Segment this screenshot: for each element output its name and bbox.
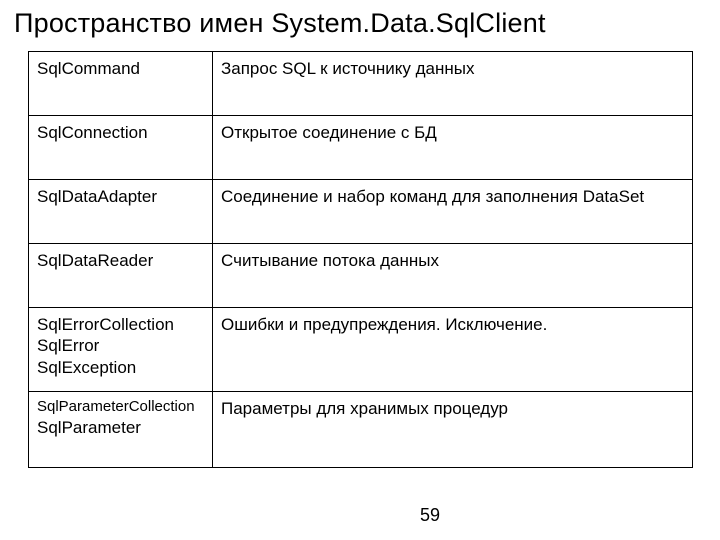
class-desc-cell: Считывание потока данных <box>213 244 693 308</box>
table-row: SqlErrorCollection SqlError SqlException… <box>29 308 693 392</box>
table-row: SqlConnection Открытое соединение с БД <box>29 116 693 180</box>
class-name: SqlException <box>37 357 204 378</box>
class-name: SqlParameter <box>37 417 204 438</box>
table-row: SqlParameterCollection SqlParameter Пара… <box>29 392 693 468</box>
class-name: SqlDataAdapter <box>37 186 204 207</box>
class-name: SqlParameterCollection <box>37 398 204 417</box>
table-row: SqlDataAdapter Соединение и набор команд… <box>29 180 693 244</box>
slide: Пространство имен System.Data.SqlClient … <box>0 0 720 540</box>
class-desc-cell: Параметры для хранимых процедур <box>213 392 693 468</box>
class-name-cell: SqlErrorCollection SqlError SqlException <box>29 308 213 392</box>
class-desc-cell: Запрос SQL к источнику данных <box>213 52 693 116</box>
class-desc-cell: Ошибки и предупреждения. Исключение. <box>213 308 693 392</box>
class-name: SqlCommand <box>37 58 204 79</box>
slide-title: Пространство имен System.Data.SqlClient <box>0 8 720 47</box>
class-name: SqlConnection <box>37 122 204 143</box>
class-name-cell: SqlParameterCollection SqlParameter <box>29 392 213 468</box>
class-name-cell: SqlCommand <box>29 52 213 116</box>
class-name-cell: SqlConnection <box>29 116 213 180</box>
class-desc-cell: Соединение и набор команд для заполнения… <box>213 180 693 244</box>
class-desc-cell: Открытое соединение с БД <box>213 116 693 180</box>
class-name: SqlError <box>37 335 204 356</box>
class-name-cell: SqlDataReader <box>29 244 213 308</box>
class-name: SqlDataReader <box>37 250 204 271</box>
class-name: SqlErrorCollection <box>37 314 204 335</box>
table-row: SqlDataReader Считывание потока данных <box>29 244 693 308</box>
table-row: SqlCommand Запрос SQL к источнику данных <box>29 52 693 116</box>
class-name-cell: SqlDataAdapter <box>29 180 213 244</box>
page-number: 59 <box>420 505 440 526</box>
namespace-table: SqlCommand Запрос SQL к источнику данных… <box>28 51 693 468</box>
